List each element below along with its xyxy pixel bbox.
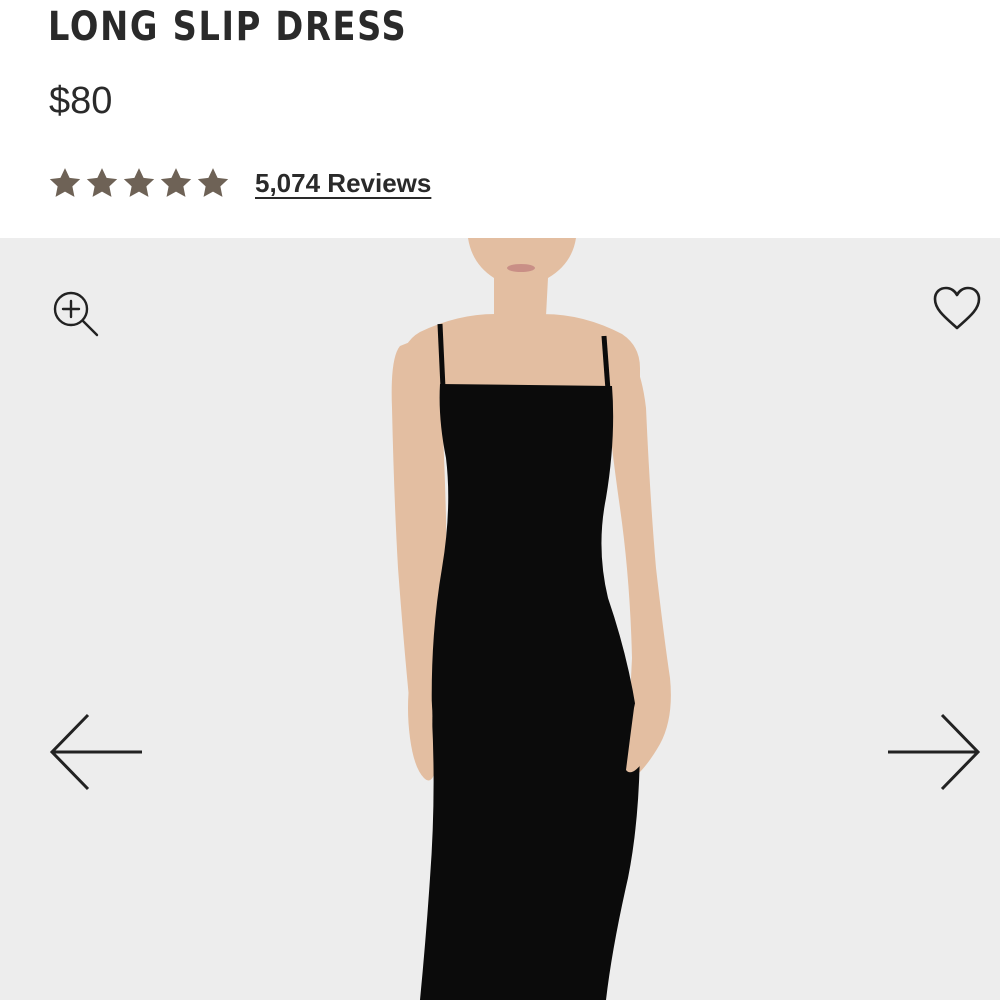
reviews-link[interactable]: 5,074 Reviews (255, 168, 431, 199)
star-icon (159, 167, 193, 199)
product-rating: 5,074 Reviews (48, 163, 431, 203)
product-header: LONG SLIP DRESS $80 5,074 Reviews (0, 0, 1000, 238)
arrow-left-icon[interactable] (48, 712, 144, 796)
heart-icon[interactable] (932, 286, 982, 336)
product-price: $80 (49, 80, 113, 122)
star-icon (196, 167, 230, 199)
product-image-gallery[interactable] (0, 238, 1000, 1000)
product-title: LONG SLIP DRESS (48, 4, 408, 50)
zoom-icon[interactable] (52, 290, 100, 342)
rating-stars (48, 167, 230, 199)
star-icon (122, 167, 156, 199)
star-icon (48, 167, 82, 199)
product-image (0, 238, 1000, 1000)
arrow-right-icon[interactable] (886, 712, 982, 796)
star-icon (85, 167, 119, 199)
